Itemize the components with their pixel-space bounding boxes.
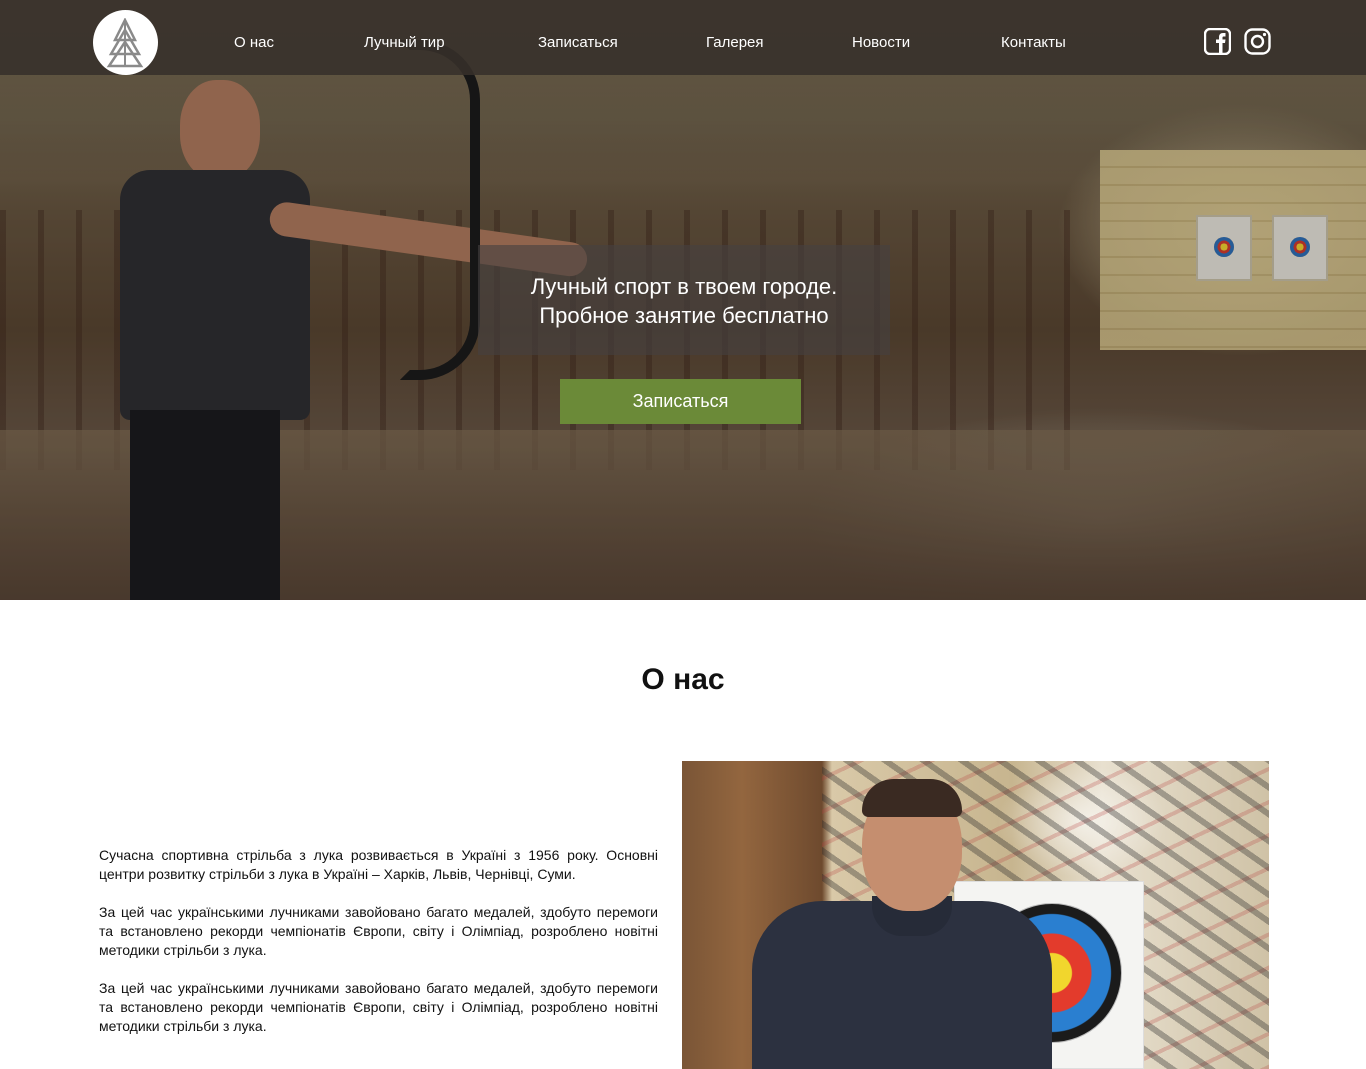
- nav-link-news[interactable]: Новости: [852, 33, 910, 53]
- hero-caption-box: Лучный спорт в твоем городе. Пробное зан…: [478, 245, 890, 355]
- nav-link-signup[interactable]: Записаться: [538, 33, 618, 53]
- facebook-icon[interactable]: [1204, 28, 1231, 55]
- about-paragraph: За цей час українськими лучниками завойо…: [99, 980, 658, 1034]
- archery-arrow-logo-icon: [106, 18, 144, 68]
- nav-link-contacts[interactable]: Контакты: [1001, 33, 1066, 53]
- about-paragraph: За цей час українськими лучниками завойо…: [99, 904, 658, 958]
- about-coach-photo: [682, 761, 1269, 1069]
- nav-link-shooting-range[interactable]: Лучный тир: [364, 33, 445, 53]
- about-section-title: О нас: [641, 663, 725, 696]
- nav-link-about[interactable]: О нас: [234, 33, 274, 53]
- about-paragraph: Сучасна спортивна стрільба з лука розвив…: [99, 847, 658, 882]
- nav-link-gallery[interactable]: Галерея: [706, 33, 764, 53]
- hero-section: Лучный спорт в твоем городе. Пробное зан…: [0, 0, 1366, 600]
- photo-coach-hair: [862, 779, 962, 817]
- signup-button[interactable]: Записаться: [560, 379, 801, 424]
- hero-subheadline: Пробное занятие бесплатно: [539, 303, 829, 328]
- top-navbar: О нас Лучный тир Записаться Галерея Ново…: [0, 0, 1366, 75]
- logo[interactable]: [93, 10, 158, 75]
- instagram-icon[interactable]: [1244, 28, 1271, 55]
- hero-headline: Лучный спорт в твоем городе.: [530, 274, 838, 299]
